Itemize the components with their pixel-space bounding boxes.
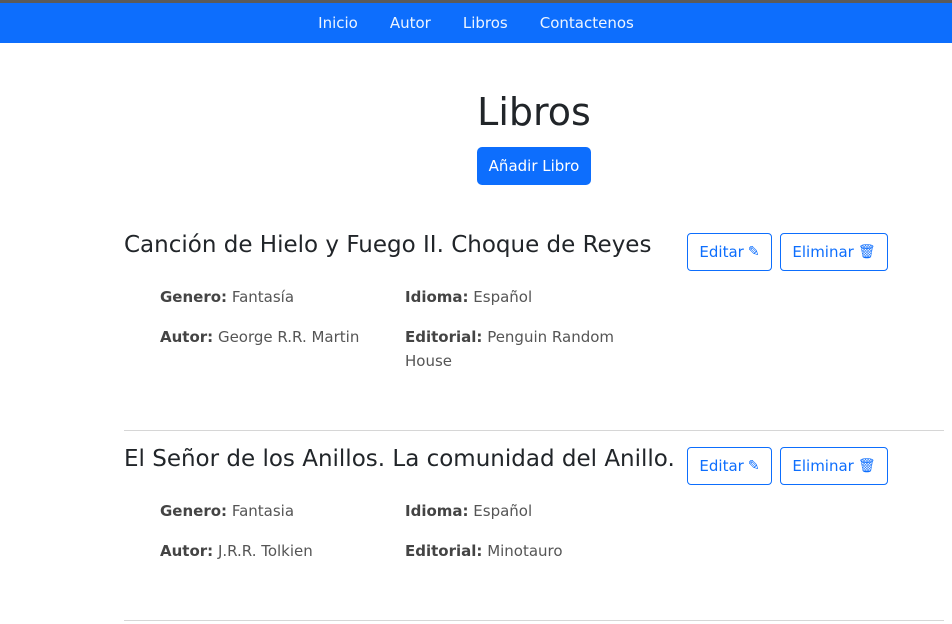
editorial-label: Editorial: — [405, 542, 483, 560]
delete-book-button[interactable]: Eliminar 🗑 — [780, 447, 888, 485]
trash-icon: 🗑 — [857, 244, 876, 260]
editorial-value: Minotauro — [487, 542, 563, 560]
book-title: El Señor de los Anillos. La comunidad de… — [124, 446, 675, 472]
nav-link-contactenos[interactable]: Contactenos — [524, 14, 650, 32]
nav-link-libros[interactable]: Libros — [447, 14, 524, 32]
book-divider — [124, 430, 944, 431]
book-divider — [124, 620, 944, 621]
delete-book-button[interactable]: Eliminar 🗑 — [780, 233, 888, 271]
delete-button-label: Eliminar — [792, 457, 854, 475]
edit-button-label: Editar — [699, 243, 744, 261]
edit-book-button[interactable]: Editar ✎ — [687, 447, 772, 485]
editorial-field: Editorial: Penguin Random House — [405, 325, 625, 373]
autor-value: J.R.R. Tolkien — [217, 542, 313, 560]
pencil-icon: ✎ — [747, 458, 760, 474]
autor-field: Autor: J.R.R. Tolkien — [160, 539, 313, 563]
nav-link-inicio[interactable]: Inicio — [302, 14, 374, 32]
genero-field: Genero: Fantasia — [160, 499, 294, 523]
page-title: Libros — [477, 90, 591, 134]
genero-value: Fantasia — [231, 502, 295, 520]
pencil-icon: ✎ — [747, 244, 760, 260]
genero-label: Genero: — [160, 502, 228, 520]
autor-label: Autor: — [160, 328, 214, 346]
idioma-value: Español — [473, 288, 533, 306]
autor-field: Autor: George R.R. Martin — [160, 325, 359, 349]
delete-button-label: Eliminar — [792, 243, 854, 261]
idioma-label: Idioma: — [405, 288, 469, 306]
edit-button-label: Editar — [699, 457, 744, 475]
book-title: Canción de Hielo y Fuego II. Choque de R… — [124, 232, 652, 258]
genero-value: Fantasía — [231, 288, 295, 306]
editorial-label: Editorial: — [405, 328, 483, 346]
autor-value: George R.R. Martin — [217, 328, 360, 346]
nav-link-autor[interactable]: Autor — [374, 14, 447, 32]
trash-icon: 🗑 — [857, 458, 876, 474]
idioma-value: Español — [473, 502, 533, 520]
editorial-field: Editorial: Minotauro — [405, 539, 625, 563]
idioma-label: Idioma: — [405, 502, 469, 520]
genero-field: Genero: Fantasía — [160, 285, 294, 309]
idioma-field: Idioma: Español — [405, 285, 532, 309]
autor-label: Autor: — [160, 542, 214, 560]
genero-label: Genero: — [160, 288, 228, 306]
edit-book-button[interactable]: Editar ✎ — [687, 233, 772, 271]
idioma-field: Idioma: Español — [405, 499, 532, 523]
top-navbar: Inicio Autor Libros Contactenos — [0, 3, 952, 43]
add-book-button[interactable]: Añadir Libro — [477, 147, 591, 185]
